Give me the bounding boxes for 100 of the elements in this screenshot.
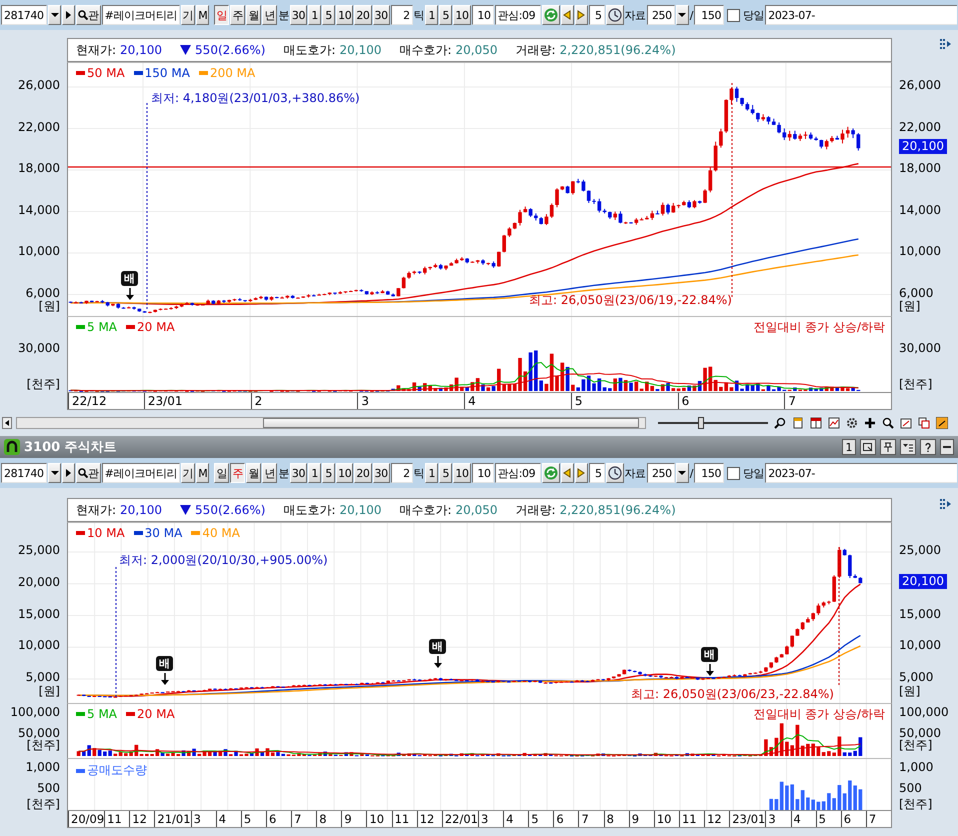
unit-label: 틱: [414, 466, 424, 480]
step-field[interactable]: 5: [588, 5, 605, 25]
interval-button[interactable]: 5: [322, 5, 336, 25]
axis-label: 10,000: [899, 244, 941, 258]
interval-field[interactable]: 2: [390, 463, 413, 483]
watchlist-field[interactable]: 관심:09: [494, 5, 541, 25]
data-count-field[interactable]: 250: [646, 5, 675, 25]
interval-button[interactable]: 1: [425, 5, 438, 25]
axis-label: 20,000: [18, 574, 60, 589]
interval-button[interactable]: 30: [372, 463, 390, 483]
interval-button[interactable]: 5: [322, 463, 336, 483]
interval-button[interactable]: 10: [336, 463, 354, 483]
interval-button[interactable]: 30: [290, 463, 308, 483]
axis-label: 10: [366, 811, 392, 827]
toolbar-button[interactable]: M: [196, 463, 210, 483]
toolbar-button[interactable]: 기: [180, 463, 196, 483]
quote-label: 거래량:: [516, 42, 556, 58]
date-field[interactable]: 2023-07-: [765, 5, 957, 25]
price-note: 최고: 26,050원(23/06/19,-22.84%): [528, 292, 732, 309]
axis-label: 30,000: [18, 341, 60, 355]
interval-button[interactable]: 10: [453, 463, 471, 483]
visible-count-field[interactable]: 150: [694, 463, 724, 483]
axis-label: 500: [37, 781, 60, 795]
period-tab[interactable]: 년: [262, 463, 278, 483]
period-tab[interactable]: 일: [214, 5, 230, 25]
interval-field[interactable]: 10: [472, 463, 494, 483]
toolbar-button[interactable]: M: [196, 5, 210, 25]
axis-label: 7: [866, 811, 891, 827]
period-tab[interactable]: 월: [246, 5, 262, 25]
axis-label: 8: [604, 811, 629, 827]
stock-code-field[interactable]: 281740: [1, 5, 47, 25]
interval-button[interactable]: 30: [372, 5, 390, 25]
axis-label: 18,000: [899, 161, 941, 175]
axis-label: 50,000: [18, 726, 60, 740]
interval-button[interactable]: 5: [439, 5, 452, 25]
axis-label: 6,000: [26, 286, 60, 300]
date-field[interactable]: 2023-07-: [765, 463, 957, 483]
unit-label: 분: [278, 466, 289, 480]
axis-label: 1,000: [899, 760, 934, 774]
axis-label: 4: [216, 811, 241, 827]
axis-label: 4: [790, 811, 816, 827]
unit-label: 분: [278, 8, 289, 22]
legend-label: 20 MA: [137, 707, 175, 721]
data-count-field[interactable]: 250: [646, 463, 675, 483]
quote-value: 550(2.66%): [195, 503, 266, 517]
watchlist-field[interactable]: 관심:09: [494, 463, 541, 483]
quote-label: 현재가:: [76, 502, 116, 518]
axis-label: 9: [628, 811, 654, 827]
axis-label: 10,000: [18, 244, 60, 258]
stock-name-field[interactable]: #레이크머티리: [102, 5, 180, 25]
stock-code-field[interactable]: 281740: [1, 463, 47, 483]
axis-label: 4: [503, 811, 528, 827]
toolbar-button[interactable]: 기: [180, 5, 196, 25]
legend-label: 5 MA: [87, 707, 118, 721]
interval-button[interactable]: 10: [336, 5, 354, 25]
axis-label: 20/09: [68, 811, 104, 827]
interval-button[interactable]: 10: [453, 5, 471, 25]
axis-label: 23/01: [729, 811, 766, 827]
axis-label: 1,000: [26, 760, 60, 774]
data-label: 자료: [624, 8, 646, 22]
axis-label: 4: [464, 393, 571, 409]
page-button[interactable]: 1: [842, 439, 856, 455]
quote-label: 현재가:: [76, 42, 116, 58]
axis-unit: [원]: [899, 683, 920, 700]
axis-label: 11: [392, 811, 417, 827]
axis-label: 100,000: [899, 705, 949, 719]
axis-label: 30,000: [899, 341, 941, 355]
interval-button[interactable]: 5: [439, 463, 452, 483]
window-title: 3100 주식차트: [24, 439, 118, 456]
interval-button[interactable]: 1: [425, 463, 438, 483]
axis-unit: [원]: [38, 298, 60, 315]
interval-button[interactable]: 20: [354, 5, 372, 25]
stock-name-field[interactable]: #레이크머티리: [102, 463, 180, 483]
search-button[interactable]: 관: [76, 463, 101, 483]
period-tab[interactable]: 주: [230, 463, 246, 483]
unit-label: 틱: [414, 8, 424, 22]
period-tab[interactable]: 일: [214, 463, 230, 483]
axis-label: 22,000: [899, 120, 941, 134]
search-button[interactable]: 관: [76, 5, 101, 25]
axis-label: 25,000: [18, 543, 60, 557]
interval-button[interactable]: 20: [354, 463, 372, 483]
axis-label: 10,000: [18, 638, 60, 652]
visible-count-field[interactable]: 150: [694, 5, 724, 25]
step-field[interactable]: 5: [588, 463, 605, 483]
quote-value: 2,220,851(96.24%): [560, 43, 676, 57]
interval-field[interactable]: 2: [390, 5, 413, 25]
axis-label: 15,000: [18, 606, 60, 620]
axis-label: 14,000: [899, 202, 941, 216]
interval-button[interactable]: 1: [308, 5, 322, 25]
interval-button[interactable]: 1: [308, 463, 322, 483]
axis-label: 5: [240, 811, 266, 827]
interval-field[interactable]: 10: [472, 5, 494, 25]
axis-label: 7: [291, 811, 316, 827]
interval-button[interactable]: 30: [290, 5, 308, 25]
period-tab[interactable]: 주: [230, 5, 246, 25]
period-tab[interactable]: 월: [246, 463, 262, 483]
period-tab[interactable]: 년: [262, 5, 278, 25]
axis-label: 6,000: [899, 286, 934, 300]
axis-label: 6: [840, 811, 866, 827]
axis-label: 2: [250, 393, 358, 409]
